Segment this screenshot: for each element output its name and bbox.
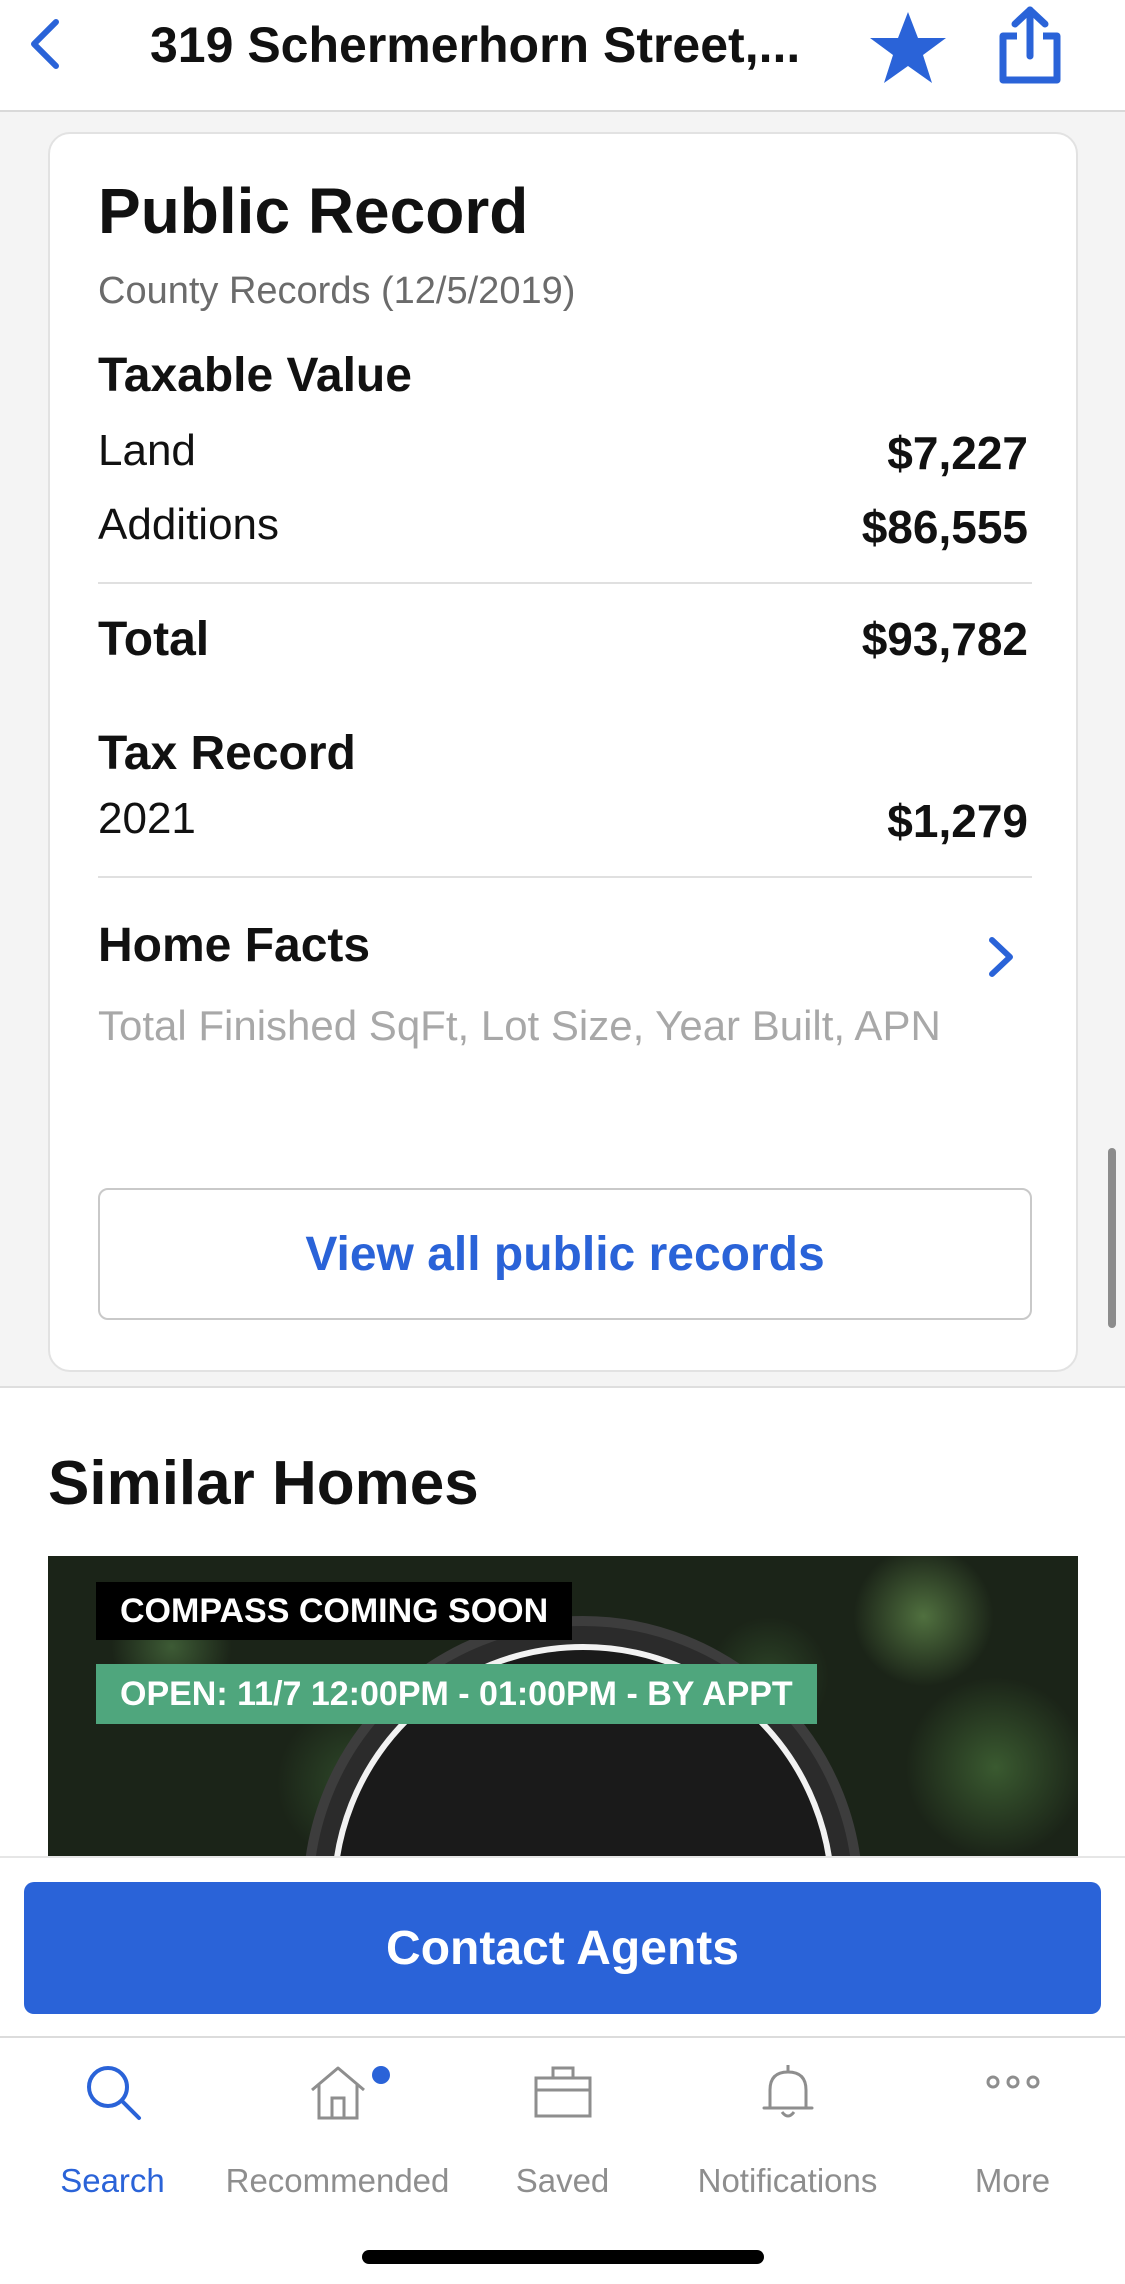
total-label: Total [98,613,210,666]
tab-notifications[interactable]: Notifications [675,2060,900,2210]
tab-recommended[interactable]: Recommended [225,2060,450,2210]
taxable-value-label: Taxable Value [98,349,412,402]
tab-recommended-label: Recommended [225,2162,450,2199]
tab-search[interactable]: Search [0,2060,225,2210]
page-title: 319 Schermerhorn Street,... [150,17,801,73]
tax-record-value: $1,279 [887,795,1028,847]
notification-dot [372,2066,390,2084]
tab-more-label: More [974,2162,1051,2199]
briefcase-icon [534,2066,591,2118]
total-value: $93,782 [861,613,1028,665]
tab-notifications-label: Notifications [697,2162,878,2199]
public-record-title: Public Record [98,175,529,247]
home-indicator [362,2250,764,2264]
chevron-left-icon[interactable] [18,14,78,74]
public-record-subtitle: County Records (12/5/2019) [98,270,576,312]
home-facts-subtitle: Total Finished SqFt, Lot Size, Year Buil… [98,1002,941,1049]
land-value: $7,227 [887,427,1028,479]
status-badge: COMPASS COMING SOON [96,1582,573,1640]
page: 319 Schermerhorn Street,... Public Recor… [0,0,1125,2284]
tax-record-year: 2021 [98,794,196,843]
contact-bar: Contact Agents [0,1856,1125,2036]
tab-saved-label: Saved [515,2162,610,2199]
additions-label: Additions [98,500,280,549]
bottom-tab-bar: Search Recommended Saved Notifications M… [0,2036,1125,2284]
divider [98,876,1032,878]
search-icon [86,2066,141,2120]
tab-saved[interactable]: Saved [450,2060,675,2210]
more-icon [986,2075,1039,2089]
chevron-right-icon[interactable] [980,932,1020,982]
tab-search-label: Search [60,2162,165,2199]
open-house-badge: OPEN: 11/7 12:00PM - 01:00PM - BY APPT [96,1664,817,1724]
home-icon [310,2066,365,2120]
contact-agents-button[interactable]: Contact Agents [24,1882,1101,2014]
divider [98,582,1032,584]
scrollbar[interactable] [1108,1148,1116,1328]
star-icon[interactable] [868,10,948,86]
tax-record-label: Tax Record [98,727,356,780]
listing-photo[interactable]: COMPASS COMING SOON OPEN: 11/7 12:00PM -… [48,1556,1078,1858]
bell-icon [762,2065,813,2118]
similar-homes-section: Similar Homes COMPASS COMING SOON OPEN: … [0,1386,1125,1858]
view-all-public-records-button[interactable]: View all public records [98,1188,1032,1320]
tab-more[interactable]: More [900,2060,1125,2210]
home-facts-label[interactable]: Home Facts [98,918,370,973]
share-icon[interactable] [995,6,1065,86]
land-label: Land [98,426,196,475]
public-record-card: Public Record County Records (12/5/2019)… [48,132,1078,1372]
similar-homes-title: Similar Homes [48,1449,479,1518]
additions-value: $86,555 [861,501,1028,553]
photo-object [303,1616,863,1858]
top-nav-bar: 319 Schermerhorn Street,... [0,0,1125,112]
